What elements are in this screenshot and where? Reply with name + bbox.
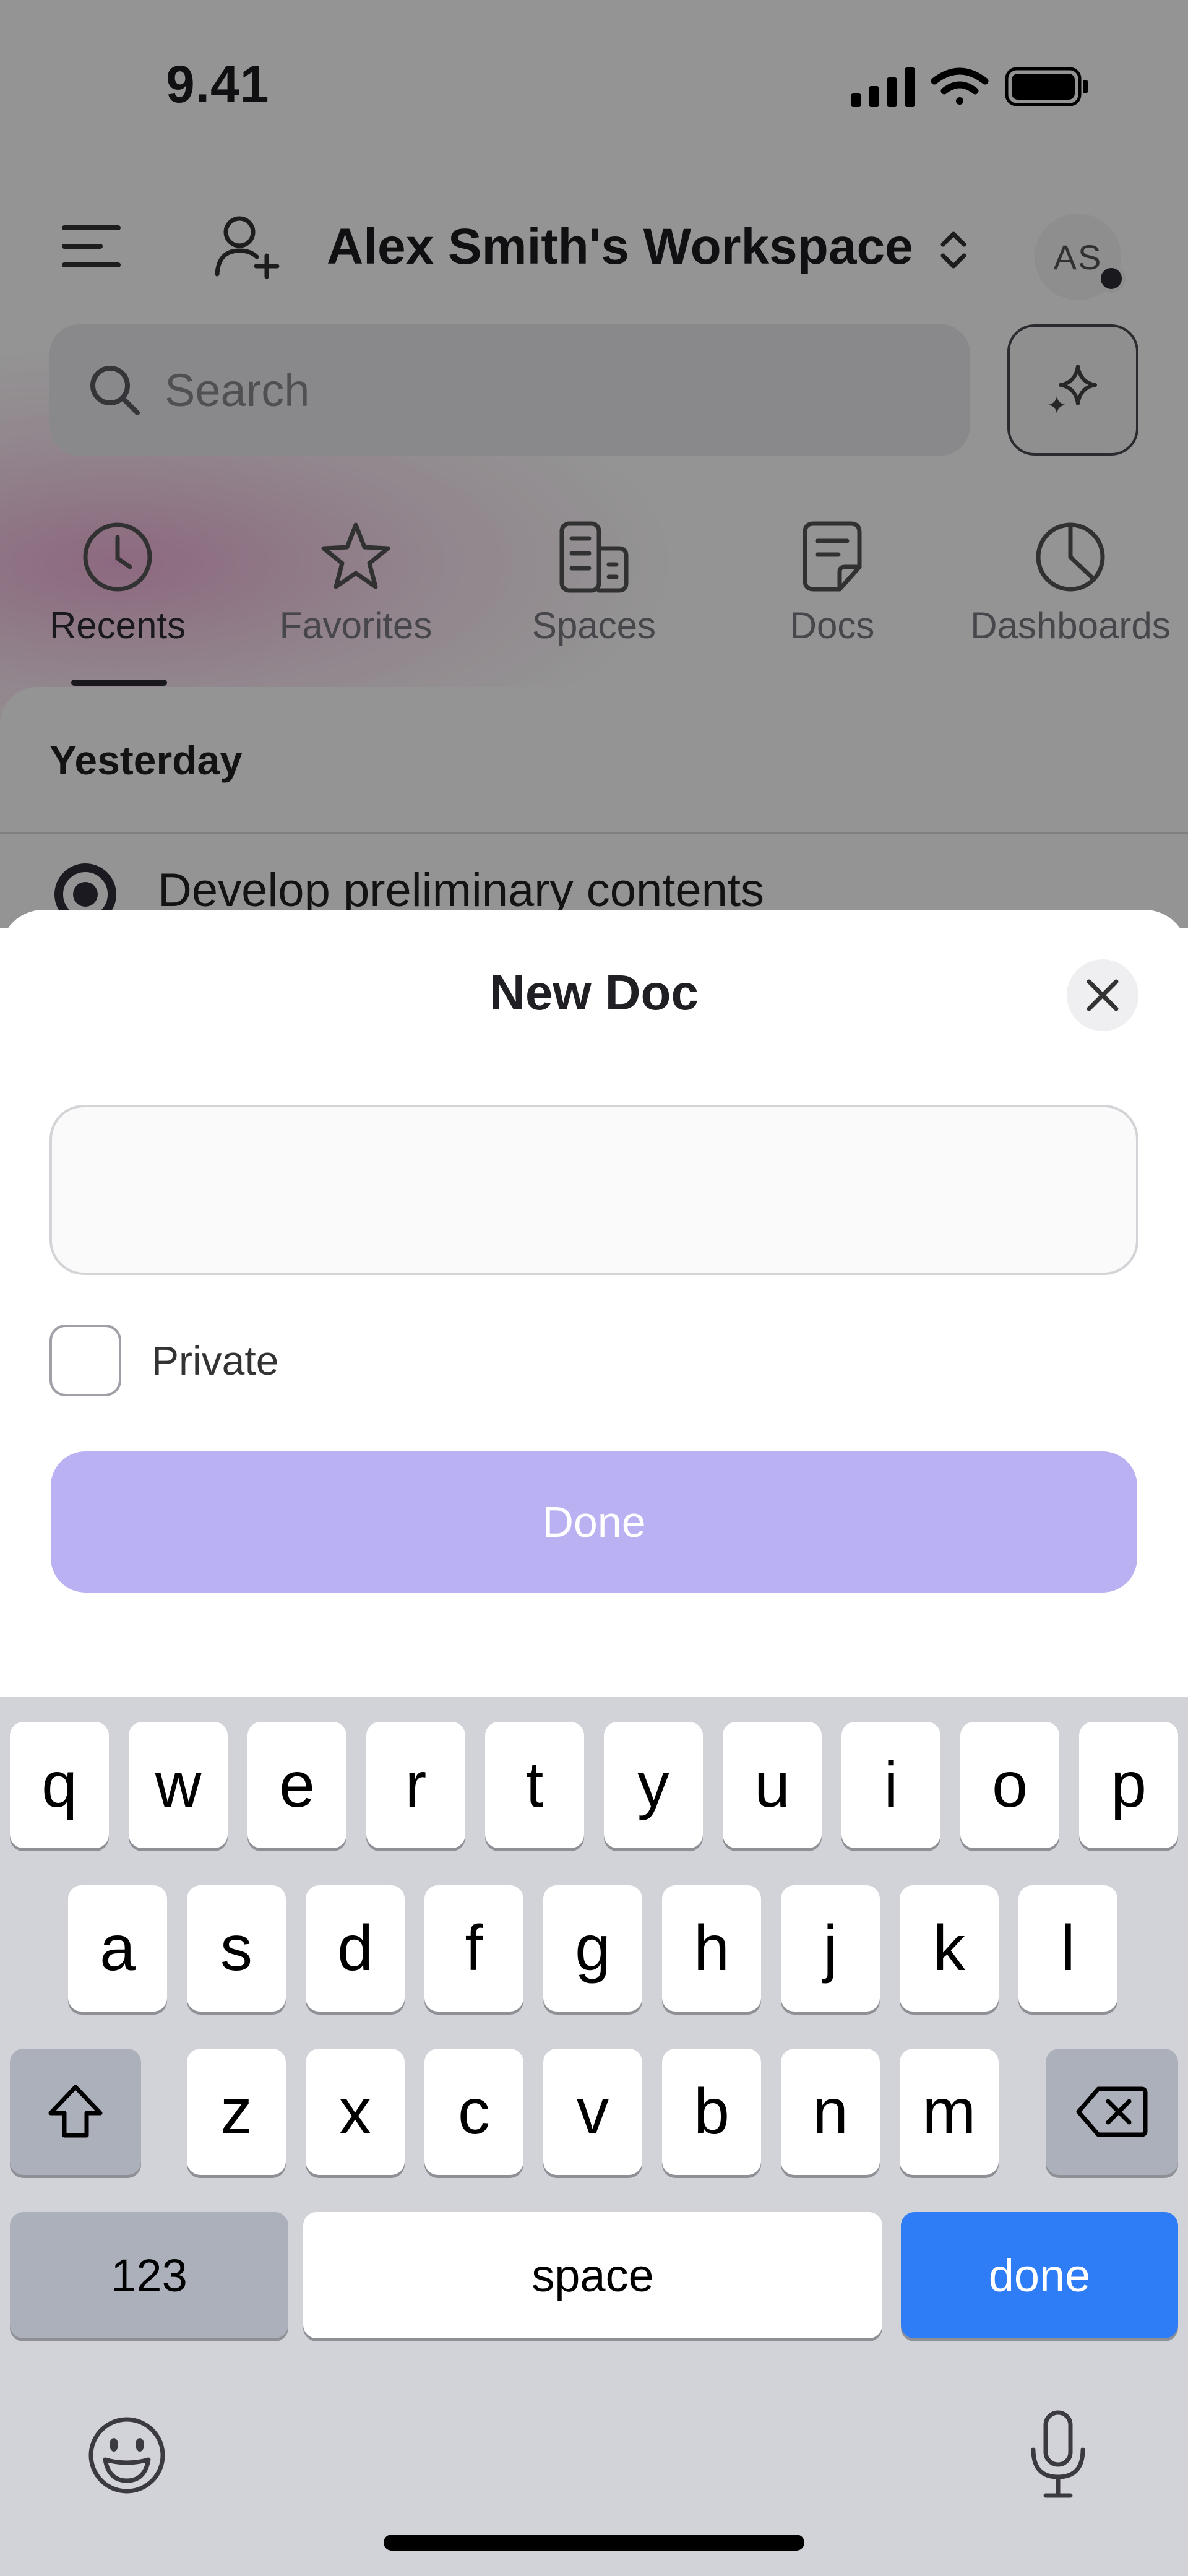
key-q[interactable]: q — [10, 1722, 109, 1848]
key-m[interactable]: m — [900, 2049, 999, 2175]
workspace-home-screen: 9.41 Alex Smith's Workspace AS Search Re… — [0, 0, 1188, 928]
close-icon — [1087, 979, 1119, 1011]
key-i[interactable]: i — [842, 1722, 940, 1848]
key-o[interactable]: o — [960, 1722, 1059, 1848]
key-j[interactable]: j — [781, 1885, 880, 2012]
key-f[interactable]: f — [424, 1885, 523, 2012]
key-n[interactable]: n — [781, 2049, 880, 2175]
return-key[interactable]: done — [901, 2212, 1178, 2338]
key-w[interactable]: w — [129, 1722, 228, 1848]
key-a[interactable]: a — [68, 1885, 167, 2012]
done-button[interactable]: Done — [51, 1451, 1137, 1593]
key-p[interactable]: p — [1079, 1722, 1178, 1848]
key-g[interactable]: g — [543, 1885, 642, 2012]
private-label: Private — [152, 1338, 279, 1383]
key-e[interactable]: e — [248, 1722, 346, 1848]
key-c[interactable]: c — [424, 2049, 523, 2175]
keyboard: q w e r t y u i o p a s d f g h j k l z … — [0, 1697, 1188, 2576]
backspace-icon — [1076, 2086, 1148, 2137]
microphone-icon[interactable] — [1027, 2409, 1089, 2502]
private-checkbox[interactable] — [50, 1325, 121, 1396]
key-t[interactable]: t — [485, 1722, 584, 1848]
shift-key[interactable] — [10, 2049, 141, 2175]
home-indicator — [384, 2535, 804, 2551]
close-button[interactable] — [1067, 959, 1138, 1031]
key-v[interactable]: v — [543, 2049, 642, 2175]
backspace-key[interactable] — [1046, 2049, 1178, 2175]
doc-name-input[interactable] — [50, 1105, 1138, 1275]
key-d[interactable]: d — [306, 1885, 405, 2012]
key-y[interactable]: y — [604, 1722, 703, 1848]
numbers-key[interactable]: 123 — [10, 2212, 288, 2338]
key-s[interactable]: s — [187, 1885, 286, 2012]
emoji-icon[interactable] — [87, 2415, 167, 2496]
key-x[interactable]: x — [306, 2049, 405, 2175]
key-l[interactable]: l — [1018, 1885, 1117, 2012]
shift-icon — [48, 2085, 103, 2138]
key-u[interactable]: u — [723, 1722, 822, 1848]
space-key[interactable]: space — [303, 2212, 882, 2338]
key-b[interactable]: b — [662, 2049, 761, 2175]
key-h[interactable]: h — [662, 1885, 761, 2012]
sheet-title: New Doc — [489, 965, 699, 1020]
modal-scrim[interactable] — [0, 0, 1188, 928]
key-z[interactable]: z — [187, 2049, 286, 2175]
key-k[interactable]: k — [900, 1885, 999, 2012]
key-r[interactable]: r — [366, 1722, 465, 1848]
